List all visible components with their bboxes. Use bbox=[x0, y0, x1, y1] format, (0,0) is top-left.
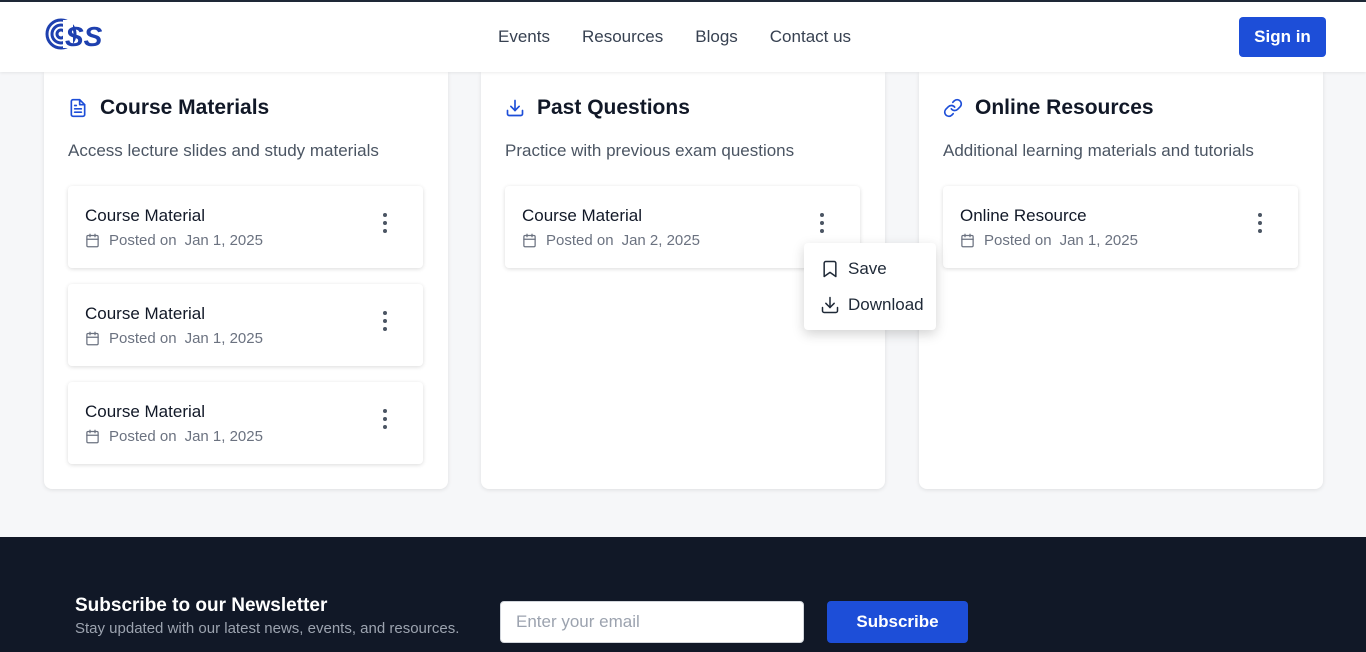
menu-item-save[interactable]: Save bbox=[820, 259, 887, 279]
item-meta: Posted on Jan 1, 2025 bbox=[960, 232, 1138, 249]
nav-blogs[interactable]: Blogs bbox=[695, 27, 738, 47]
posted-label: Posted on bbox=[109, 232, 177, 249]
card-description: Additional learning materials and tutori… bbox=[943, 141, 1254, 160]
item-meta: Posted on Jan 1, 2025 bbox=[85, 330, 263, 347]
nav-contact-us[interactable]: Contact us bbox=[770, 27, 851, 47]
more-options-icon[interactable] bbox=[815, 213, 829, 233]
online-resources-card: Online Resources Additional learning mat… bbox=[919, 72, 1323, 489]
document-icon bbox=[70, 98, 86, 118]
item-options-menu: Save Download bbox=[804, 243, 936, 330]
item-title: Online Resource bbox=[960, 206, 1087, 225]
calendar-icon bbox=[86, 429, 99, 444]
item-meta: Posted on Jan 2, 2025 bbox=[522, 232, 700, 249]
more-options-icon[interactable] bbox=[378, 311, 392, 331]
download-icon bbox=[821, 296, 839, 314]
nav-resources[interactable]: Resources bbox=[582, 27, 663, 47]
list-item[interactable]: Course Material Posted on Jan 1, 2025 bbox=[68, 186, 423, 268]
item-title: Course Material bbox=[85, 206, 205, 225]
item-meta: Posted on Jan 1, 2025 bbox=[85, 428, 263, 445]
item-title: Course Material bbox=[85, 304, 205, 323]
subscribe-button[interactable]: Subscribe bbox=[827, 601, 968, 643]
email-input[interactable] bbox=[500, 601, 804, 643]
card-title: Past Questions bbox=[537, 96, 690, 119]
newsletter-subtitle: Stay updated with our latest news, event… bbox=[75, 620, 460, 637]
posted-date: Jan 1, 2025 bbox=[184, 428, 263, 445]
item-title: Course Material bbox=[85, 402, 205, 421]
more-options-icon[interactable] bbox=[378, 213, 392, 233]
posted-date: Jan 2, 2025 bbox=[621, 232, 700, 249]
posted-date: Jan 1, 2025 bbox=[184, 232, 263, 249]
menu-item-label: Download bbox=[848, 295, 924, 314]
posted-label: Posted on bbox=[109, 330, 177, 347]
list-item[interactable]: Course Material Posted on Jan 1, 2025 bbox=[68, 284, 423, 366]
more-options-icon[interactable] bbox=[378, 409, 392, 429]
posted-label: Posted on bbox=[984, 232, 1052, 249]
posted-label: Posted on bbox=[109, 428, 177, 445]
site-header: SS Events Resources Blogs Contact us Sig… bbox=[0, 2, 1366, 72]
card-description: Access lecture slides and study material… bbox=[68, 141, 379, 160]
posted-label: Posted on bbox=[546, 232, 614, 249]
card-header: Online Resources bbox=[943, 96, 1154, 120]
posted-date: Jan 1, 2025 bbox=[184, 330, 263, 347]
bookmark-icon bbox=[823, 260, 837, 278]
card-header: Past Questions bbox=[505, 96, 690, 120]
card-header: Course Materials bbox=[68, 96, 269, 120]
card-title: Course Materials bbox=[100, 96, 270, 119]
link-icon bbox=[943, 98, 963, 118]
list-item[interactable]: Online Resource Posted on Jan 1, 2025 bbox=[943, 186, 1298, 268]
calendar-icon bbox=[523, 233, 536, 248]
logo[interactable]: SS bbox=[45, 17, 117, 51]
more-options-icon[interactable] bbox=[1253, 213, 1267, 233]
item-meta: Posted on Jan 1, 2025 bbox=[85, 232, 263, 249]
item-title: Course Material bbox=[522, 206, 642, 225]
menu-item-download[interactable]: Download bbox=[820, 295, 924, 315]
calendar-icon bbox=[86, 331, 99, 346]
calendar-icon bbox=[961, 233, 974, 248]
posted-date: Jan 1, 2025 bbox=[1059, 232, 1138, 249]
calendar-icon bbox=[86, 233, 99, 248]
svg-text:SS: SS bbox=[65, 21, 103, 51]
sign-in-button[interactable]: Sign in bbox=[1239, 17, 1326, 57]
course-materials-card: Course Materials Access lecture slides a… bbox=[44, 72, 448, 489]
download-icon bbox=[506, 99, 524, 117]
main-nav: Events Resources Blogs Contact us bbox=[498, 27, 883, 47]
card-description: Practice with previous exam questions bbox=[505, 141, 795, 160]
card-title: Online Resources bbox=[975, 96, 1154, 119]
menu-item-label: Save bbox=[848, 259, 887, 278]
nav-events[interactable]: Events bbox=[498, 27, 550, 47]
site-footer: Subscribe to our Newsletter Stay updated… bbox=[0, 537, 1366, 652]
newsletter-title: Subscribe to our Newsletter bbox=[75, 595, 328, 616]
list-item[interactable]: Course Material Posted on Jan 1, 2025 bbox=[68, 382, 423, 464]
